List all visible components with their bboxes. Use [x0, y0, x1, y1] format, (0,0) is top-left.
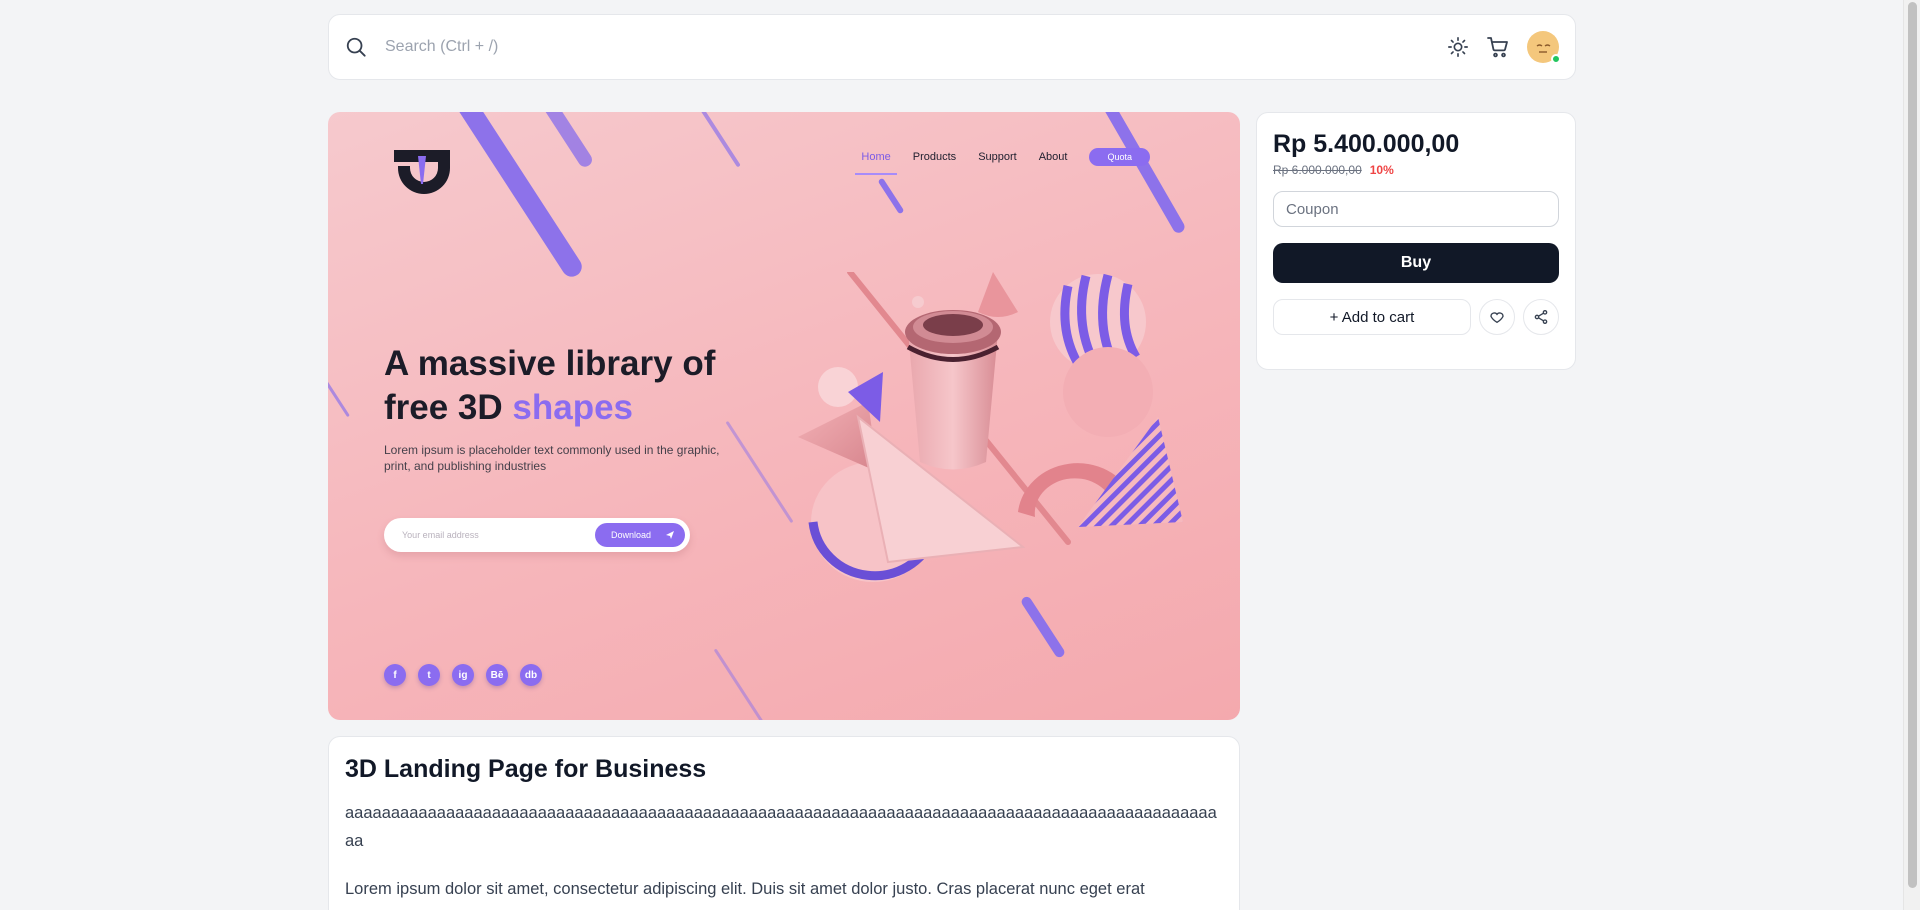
hero-nav-products: Products [912, 151, 957, 163]
discount-badge: 10% [1369, 163, 1394, 177]
cart-icon[interactable] [1485, 34, 1511, 60]
share-button[interactable] [1523, 299, 1559, 335]
decorative-stripe [713, 648, 766, 720]
avatar[interactable] [1527, 31, 1561, 64]
hero-socials: f t ig Bē db [384, 664, 542, 686]
top-search-bar [328, 14, 1576, 80]
hero-nav-about: About [1038, 151, 1068, 163]
hero-download-button: Download [594, 523, 685, 547]
send-icon [666, 531, 674, 539]
product-description-text: aaaaaaaaaaaaaaaaaaaaaaaaaaaaaaaaaaaaaaaa… [345, 804, 1217, 850]
buy-button[interactable]: Buy [1273, 243, 1559, 283]
hero-headline-prefix: free 3D [384, 388, 513, 427]
hero-email-field: Your email address Download [384, 518, 690, 552]
hero-nav-home: Home [855, 151, 898, 175]
hero-subtext: Lorem ipsum is placeholder text commonly… [384, 443, 720, 473]
brand-logo [392, 148, 452, 205]
secondary-actions: + Add to cart [1273, 299, 1559, 335]
header-actions [1445, 31, 1561, 64]
online-status-dot [1551, 54, 1561, 64]
page: Home Products Support About Quota A mass… [0, 0, 1903, 910]
scrollbar-thumb[interactable] [1908, 2, 1917, 888]
decorative-stripe [328, 356, 350, 418]
purchase-panel: Rp 5.400.000,00 Rp 6.000.000,00 10% Buy … [1256, 112, 1576, 370]
instagram-icon: ig [452, 664, 474, 686]
decorative-stripe [877, 177, 905, 215]
hero-quote-button: Quota [1089, 148, 1150, 166]
share-icon [1534, 310, 1548, 324]
add-to-cart-button[interactable]: + Add to cart [1273, 299, 1471, 335]
hero-headline-line2: free 3D shapes [384, 386, 764, 430]
search-input[interactable] [385, 38, 1445, 56]
dribbble-icon: db [520, 664, 542, 686]
hero-email-placeholder: Your email address [402, 530, 479, 540]
coupon-input[interactable] [1273, 191, 1559, 227]
price-meta: Rp 6.000.000,00 10% [1273, 163, 1559, 177]
decorative-stripe [1101, 112, 1187, 235]
product-description-card: 3D Landing Page for Business aaaaaaaaaaa… [328, 736, 1240, 910]
hero-headline-line1: A massive library of [384, 344, 716, 383]
facebook-icon: f [384, 664, 406, 686]
page-scrollbar[interactable] [1903, 0, 1920, 910]
product-description-paragraph: Lorem ipsum dolor sit amet, consectetur … [345, 880, 1145, 898]
wishlist-button[interactable] [1479, 299, 1515, 335]
twitter-icon: t [418, 664, 440, 686]
current-price: Rp 5.400.000,00 [1273, 130, 1460, 158]
behance-icon: Bē [486, 664, 508, 686]
hero-headline-accent: shapes [512, 388, 634, 427]
hero-headline: A massive library of free 3D shapes [384, 342, 764, 430]
search-icon [345, 34, 371, 60]
decorative-stripe [539, 112, 595, 170]
original-price: Rp 6.000.000,00 [1273, 163, 1362, 177]
product-preview-image: Home Products Support About Quota A mass… [328, 112, 1240, 720]
hero-download-label: Download [610, 530, 651, 540]
heart-icon [1490, 312, 1504, 324]
hero-nav-support: Support [978, 151, 1017, 163]
sun-icon[interactable] [1445, 34, 1471, 60]
3d-shapes-illustration [798, 272, 1183, 582]
decorative-stripe [699, 112, 741, 168]
product-title: 3D Landing Page for Business [345, 755, 707, 783]
hero-nav: Home Products Support About Quota [855, 148, 1150, 175]
